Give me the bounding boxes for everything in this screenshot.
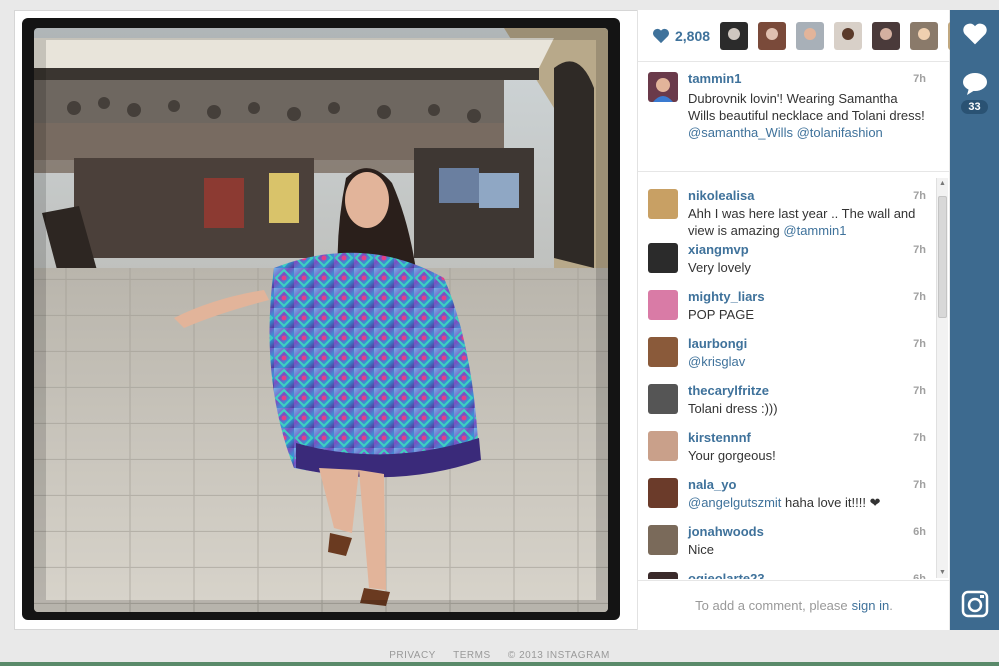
- comment-text: Ahh I was here last year .. The wall and…: [688, 205, 928, 239]
- comment-time: 7h: [913, 338, 926, 350]
- comment-username[interactable]: kirstennnf: [688, 430, 751, 445]
- mention-link[interactable]: @krisglav: [688, 354, 745, 369]
- post-photo-frame: [22, 18, 620, 620]
- avatar[interactable]: [648, 243, 678, 273]
- comment-body: haha love it!!!! ❤: [785, 495, 881, 510]
- scrollbar-thumb[interactable]: [938, 196, 947, 318]
- comment-text: @angelgutszmit haha love it!!!! ❤: [688, 494, 928, 511]
- comment-time: 7h: [913, 190, 926, 202]
- avatar[interactable]: [648, 189, 678, 219]
- os-taskbar: [0, 662, 999, 666]
- heart-icon: [962, 23, 987, 45]
- comment-item: xiangmvp 7h Very lovely: [638, 242, 938, 289]
- comment-username[interactable]: thecarylfritze: [688, 383, 769, 398]
- camera-icon: [961, 590, 988, 618]
- likes-bar: 2,808: [638, 10, 969, 62]
- comment-time: 7h: [913, 432, 926, 444]
- copyright: © 2013 INSTAGRAM: [507, 650, 610, 661]
- comment-text: Nice: [688, 542, 715, 557]
- add-comment-prompt: To add a comment, please sign in.: [638, 580, 950, 630]
- comment-item: jonahwoods 6h Nice: [638, 524, 938, 571]
- speech-bubble-icon: [962, 73, 987, 95]
- liker-avatar[interactable]: [758, 21, 787, 50]
- comment-time: 6h: [913, 526, 926, 538]
- mention-link[interactable]: @angelgutszmit: [688, 495, 781, 510]
- avatar[interactable]: [648, 478, 678, 508]
- post-sidebar: 2,808 tammin1 7h Dubrovnik lovin'! Weari…: [637, 10, 969, 630]
- comment-time: 7h: [913, 291, 926, 303]
- comment-item: nikolealisa 7h Ahh I was here last year …: [638, 179, 938, 238]
- scroll-down-icon[interactable]: ▼: [939, 569, 946, 576]
- comment-username[interactable]: mighty_liars: [688, 289, 765, 304]
- avatar[interactable]: [648, 431, 678, 461]
- comment-text: @krisglav: [688, 353, 928, 370]
- caption-body: Dubrovnik lovin'! Wearing Samantha Wills…: [688, 91, 925, 123]
- comment-time: 7h: [913, 244, 926, 256]
- comment-text: Your gorgeous!: [688, 448, 776, 463]
- avatar[interactable]: [648, 290, 678, 320]
- comment-username[interactable]: nikolealisa: [688, 188, 754, 203]
- comments-count-badge: 33: [961, 100, 988, 114]
- comment-scrollbar[interactable]: ▲ ▼: [936, 178, 948, 578]
- avatar[interactable]: [648, 72, 678, 102]
- avatar[interactable]: [648, 572, 678, 579]
- comment-text: Tolani dress :))): [688, 401, 778, 416]
- comments-button[interactable]: 33: [950, 72, 999, 114]
- comment-username[interactable]: xiangmvp: [688, 242, 749, 257]
- add-comment-suffix: .: [889, 598, 893, 613]
- comment-username[interactable]: nala_yo: [688, 477, 736, 492]
- action-rail: 33: [950, 10, 999, 630]
- liker-avatar[interactable]: [910, 21, 939, 50]
- post-photo[interactable]: [34, 28, 608, 612]
- avatar[interactable]: [648, 337, 678, 367]
- comment-item: kirstennnf 7h Your gorgeous!: [638, 430, 938, 477]
- comment-username[interactable]: ogieolarte23: [688, 571, 765, 579]
- mention-link[interactable]: @tammin1: [783, 223, 846, 238]
- comment-list[interactable]: nikolealisa 7h Ahh I was here last year …: [638, 173, 950, 579]
- heart-icon: [653, 28, 669, 43]
- mention-link[interactable]: @tolanifashion: [797, 125, 883, 140]
- liker-avatar[interactable]: [796, 21, 825, 50]
- liker-avatar[interactable]: [872, 21, 901, 50]
- comment-time: 6h: [913, 573, 926, 579]
- instagram-logo-button[interactable]: [950, 590, 999, 618]
- add-comment-text: To add a comment, please: [695, 598, 848, 613]
- comment-item: mighty_liars 7h POP PAGE: [638, 289, 938, 336]
- footer: PRIVACY TERMS © 2013 INSTAGRAM: [0, 650, 999, 661]
- instagram-viewer: 2,808 tammin1 7h Dubrovnik lovin'! Weari…: [0, 0, 999, 666]
- comment-username[interactable]: laurbongi: [688, 336, 747, 351]
- liker-avatar[interactable]: [720, 21, 749, 50]
- sign-in-link[interactable]: sign in: [852, 598, 890, 613]
- like-button[interactable]: [950, 22, 999, 46]
- likes-count: 2,808: [675, 27, 711, 44]
- scroll-up-icon[interactable]: ▲: [939, 180, 946, 187]
- comment-item: nala_yo 7h @angelgutszmit haha love it!!…: [638, 477, 938, 524]
- comment-text: POP PAGE: [688, 307, 754, 322]
- privacy-link[interactable]: PRIVACY: [389, 650, 436, 661]
- comment-text: Very lovely: [688, 260, 751, 275]
- mention-link[interactable]: @samantha_Wills: [688, 125, 793, 140]
- comment-item: ogieolarte23 6h: [638, 571, 938, 579]
- terms-link[interactable]: TERMS: [453, 650, 491, 661]
- like-count-button[interactable]: 2,808: [638, 28, 710, 44]
- comment-username[interactable]: jonahwoods: [688, 524, 764, 539]
- caption-text: Dubrovnik lovin'! Wearing Samantha Wills…: [688, 90, 928, 141]
- avatar[interactable]: [648, 384, 678, 414]
- comment-time: 7h: [913, 385, 926, 397]
- comment-item: laurbongi 7h @krisglav: [638, 336, 938, 383]
- caption-time: 7h: [913, 73, 926, 85]
- post-caption: tammin1 7h Dubrovnik lovin'! Wearing Sam…: [638, 62, 950, 172]
- avatar[interactable]: [648, 525, 678, 555]
- comment-item: thecarylfritze 7h Tolani dress :))): [638, 383, 938, 430]
- liker-avatar[interactable]: [834, 21, 863, 50]
- comment-time: 7h: [913, 479, 926, 491]
- caption-username[interactable]: tammin1: [688, 71, 741, 86]
